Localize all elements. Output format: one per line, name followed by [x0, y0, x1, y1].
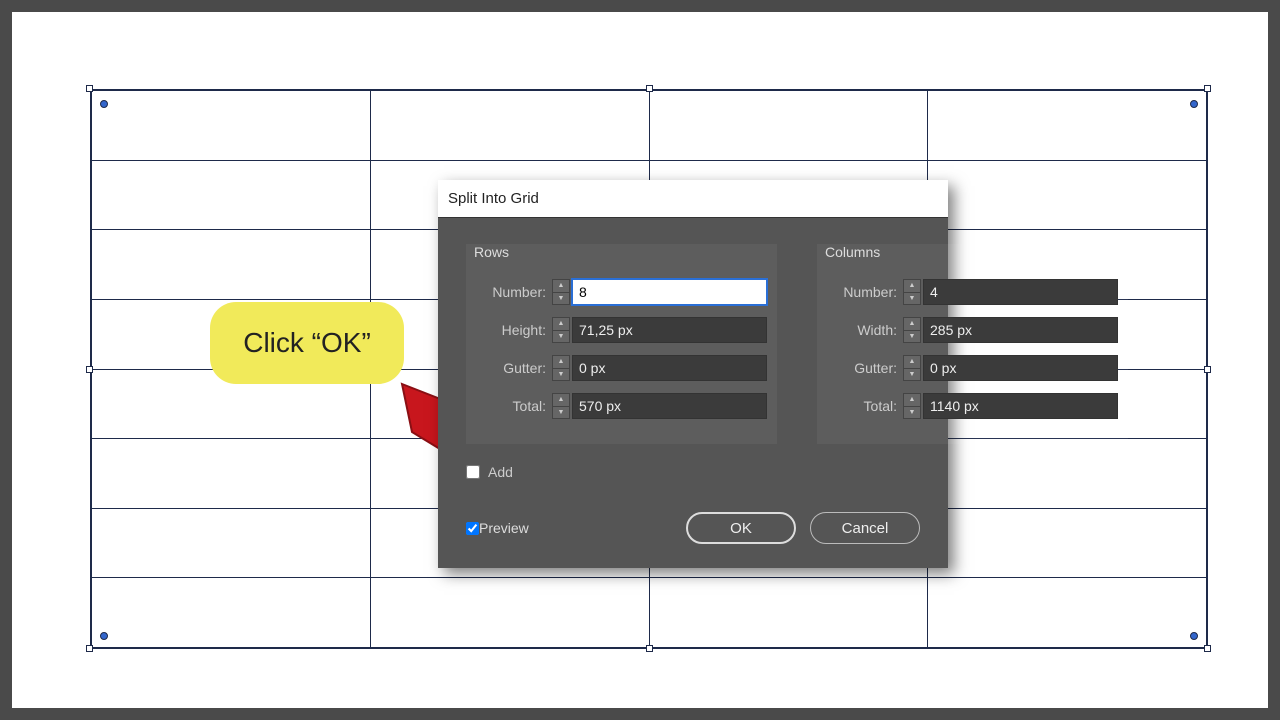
rows-height-stepper[interactable]: ▲▼: [552, 317, 570, 343]
anchor-dot-se: [1190, 632, 1198, 640]
selection-handle-e[interactable]: [1204, 366, 1211, 373]
preview-label: Preview: [479, 520, 529, 536]
rows-total-stepper[interactable]: ▲▼: [552, 393, 570, 419]
rows-total-input[interactable]: [572, 393, 767, 419]
anchor-dot-ne: [1190, 100, 1198, 108]
columns-total-stepper[interactable]: ▲▼: [903, 393, 921, 419]
columns-section-title: Columns: [825, 244, 1118, 260]
rows-section-title: Rows: [474, 244, 767, 260]
columns-gutter-stepper[interactable]: ▲▼: [903, 355, 921, 381]
rows-height-input[interactable]: [572, 317, 767, 343]
selection-handle-w[interactable]: [86, 366, 93, 373]
rows-total-label: Total:: [474, 398, 546, 414]
selection-handle-sw[interactable]: [86, 645, 93, 652]
columns-gutter-label: Gutter:: [825, 360, 897, 376]
split-into-grid-dialog: Split Into Grid Rows Number: ▲▼ Height: …: [438, 180, 948, 568]
rows-gutter-stepper[interactable]: ▲▼: [552, 355, 570, 381]
rows-gutter-input[interactable]: [572, 355, 767, 381]
rows-number-input[interactable]: [572, 279, 767, 305]
rows-number-stepper[interactable]: ▲▼: [552, 279, 570, 305]
columns-width-input[interactable]: [923, 317, 1118, 343]
columns-width-stepper[interactable]: ▲▼: [903, 317, 921, 343]
columns-width-label: Width:: [825, 322, 897, 338]
columns-number-label: Number:: [825, 284, 897, 300]
anchor-dot-nw: [100, 100, 108, 108]
preview-checkbox[interactable]: [466, 522, 479, 535]
selection-handle-se[interactable]: [1204, 645, 1211, 652]
ok-button[interactable]: OK: [686, 512, 796, 544]
add-guides-checkbox[interactable]: [466, 465, 480, 479]
dialog-title-bar[interactable]: Split Into Grid: [438, 180, 948, 218]
selection-handle-nw[interactable]: [86, 85, 93, 92]
columns-number-input[interactable]: [923, 279, 1118, 305]
artboard: Click “OK” Split Into Grid Rows Number: …: [12, 12, 1268, 708]
tutorial-callout: Click “OK”: [210, 302, 404, 384]
columns-total-input[interactable]: [923, 393, 1118, 419]
callout-text: Click “OK”: [243, 327, 371, 359]
columns-total-label: Total:: [825, 398, 897, 414]
rows-section: Rows Number: ▲▼ Height: ▲▼ Gutter: ▲▼: [466, 244, 777, 444]
add-guides-label: Add: [488, 464, 513, 480]
rows-number-label: Number:: [474, 284, 546, 300]
columns-number-stepper[interactable]: ▲▼: [903, 279, 921, 305]
columns-section: Columns Number: ▲▼ Width: ▲▼ Gutter: ▲▼: [817, 244, 1128, 444]
cancel-button[interactable]: Cancel: [810, 512, 920, 544]
columns-gutter-input[interactable]: [923, 355, 1118, 381]
selection-handle-s[interactable]: [646, 645, 653, 652]
dialog-title-text: Split Into Grid: [448, 190, 539, 207]
rows-height-label: Height:: [474, 322, 546, 338]
rows-gutter-label: Gutter:: [474, 360, 546, 376]
selection-handle-ne[interactable]: [1204, 85, 1211, 92]
selection-handle-n[interactable]: [646, 85, 653, 92]
anchor-dot-sw: [100, 632, 108, 640]
